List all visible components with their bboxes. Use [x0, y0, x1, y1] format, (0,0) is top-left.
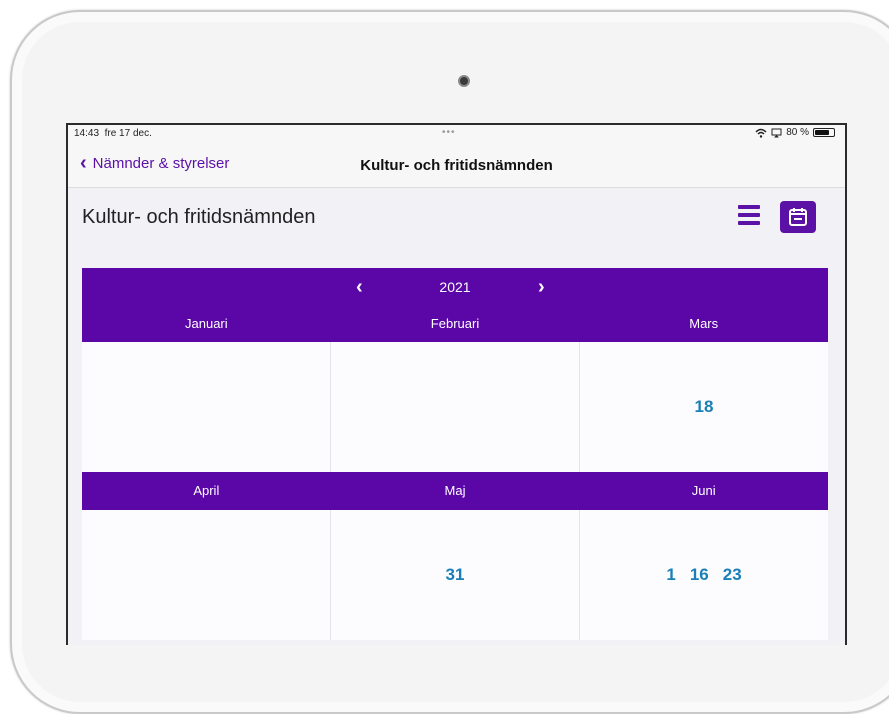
meeting-day-link[interactable]: 18	[695, 397, 714, 417]
app-screen: 14:43 fre 17 dec. ••• 80 % ‹ Nämnder & s…	[66, 123, 847, 645]
year-selector: ‹ 2021 ›	[82, 268, 828, 306]
navigation-bar: ‹ Nämnder & styrelser Kultur- och fritid…	[68, 143, 845, 188]
meeting-day-link[interactable]: 31	[446, 565, 465, 585]
meeting-day-link[interactable]: 1	[666, 565, 675, 585]
battery-icon	[813, 128, 835, 137]
meeting-day-link[interactable]: 16	[690, 565, 709, 585]
list-icon-bar	[738, 221, 760, 225]
page-title: Kultur- och fritidsnämnden	[82, 206, 316, 228]
page-header: Kultur- och fritidsnämnden	[68, 188, 845, 240]
month-cell-juni: 1 16 23	[580, 510, 828, 640]
month-header: Juni	[691, 483, 716, 498]
calendar-view-button[interactable]	[780, 201, 816, 233]
screen-mirror-icon	[771, 128, 782, 137]
wifi-icon	[755, 128, 767, 138]
month-header: Februari	[430, 316, 480, 331]
month-header: Mars	[689, 316, 719, 331]
year-label: 2021	[439, 279, 471, 295]
status-bar: 14:43 fre 17 dec. ••• 80 %	[68, 125, 845, 143]
year-calendar: ‹ 2021 › Januari Februari Mars 18 April …	[82, 268, 828, 640]
camera	[458, 75, 470, 87]
month-cells-row: 31 1 16 23	[82, 510, 828, 640]
nav-title: Kultur- och fritidsnämnden	[360, 157, 553, 174]
calendar-icon	[789, 208, 807, 226]
list-icon-bar	[738, 205, 760, 209]
month-header: Januari	[185, 316, 228, 331]
status-right: 80 %	[755, 127, 835, 138]
month-cell-april	[82, 510, 331, 640]
month-cell-januari	[82, 342, 331, 472]
month-header-row: Januari Februari Mars	[82, 304, 828, 342]
month-header-row: April Maj Juni	[82, 472, 828, 510]
month-cell-februari	[331, 342, 580, 472]
month-header: April	[193, 483, 220, 498]
battery-fill	[815, 130, 829, 135]
month-cell-mars: 18	[580, 342, 828, 472]
list-icon-bar	[738, 213, 760, 217]
month-cell-maj: 31	[331, 510, 580, 640]
month-header: Maj	[444, 483, 466, 498]
meeting-day-link[interactable]: 23	[723, 565, 742, 585]
battery-percent: 80 %	[786, 127, 809, 138]
multitask-dots[interactable]: •••	[442, 127, 456, 138]
list-view-button[interactable]	[738, 205, 760, 229]
next-year-button[interactable]: ›	[538, 276, 545, 299]
month-cells-row: 18	[82, 342, 828, 472]
status-time: 14:43 fre 17 dec.	[74, 128, 152, 139]
